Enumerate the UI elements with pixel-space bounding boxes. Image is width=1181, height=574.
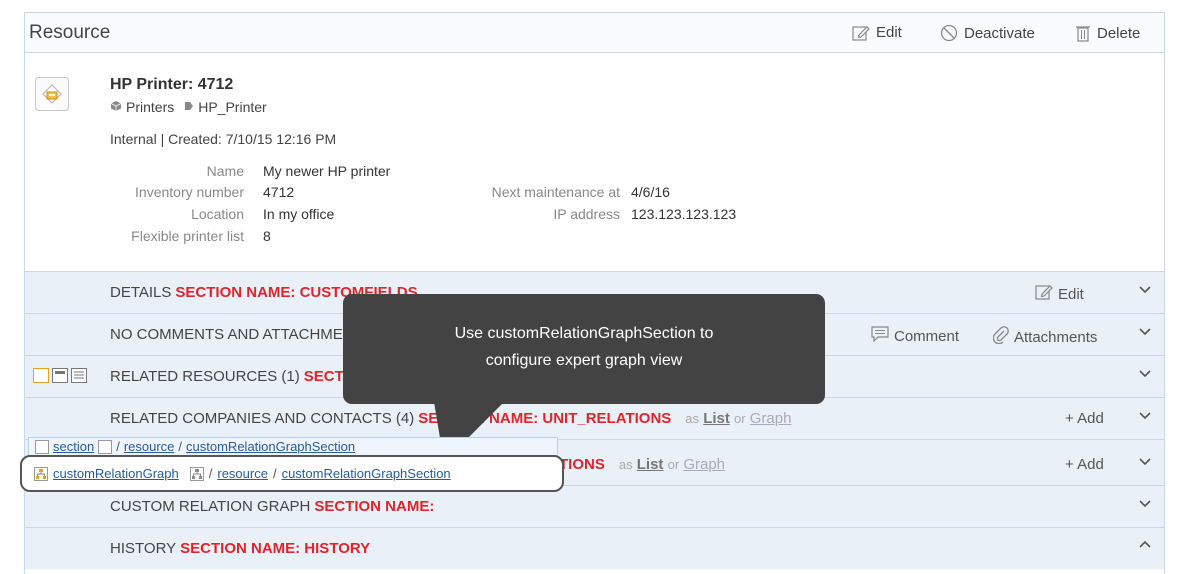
edit-icon xyxy=(1035,284,1053,304)
section-title: TIONS as List or Graph xyxy=(559,456,725,473)
breadcrumb-overlay: section / resource / customRelationGraph… xyxy=(28,437,558,456)
resource-type: HP_Printer xyxy=(198,99,267,115)
chevron-down-icon[interactable] xyxy=(1138,366,1152,383)
delete-button[interactable]: Delete xyxy=(1075,24,1140,42)
callout-line-2: configure expert graph view xyxy=(485,352,683,369)
list-view-link[interactable]: List xyxy=(703,410,730,427)
maintenance-label: Next maintenance at xyxy=(491,184,620,200)
section-title: HISTORY SECTION NAME: HISTORY xyxy=(110,540,370,557)
flexible-value: 8 xyxy=(263,228,271,244)
section-title: NO COMMENTS AND ATTACHMENTS xyxy=(110,326,373,343)
location-label: Location xyxy=(191,206,244,222)
as-text: as xyxy=(685,411,700,426)
edit-icon xyxy=(852,25,870,41)
section-label: CUSTOM RELATION GRAPH xyxy=(110,498,311,515)
tree-icon xyxy=(189,466,204,481)
breadcrumb-separator: / xyxy=(116,439,120,454)
deactivate-label: Deactivate xyxy=(964,24,1035,42)
paperclip-icon xyxy=(992,326,1009,348)
view-toggle-group xyxy=(33,368,87,383)
section-label: RELATED COMPANIES AND CONTACTS (4) xyxy=(110,410,415,427)
graph-view-link[interactable]: Graph xyxy=(683,456,725,473)
section-title: CUSTOM RELATION GRAPH SECTION NAME: xyxy=(110,498,434,515)
section-name: SECTION NAME: HISTORY xyxy=(180,540,371,557)
deactivate-button[interactable]: Deactivate xyxy=(940,24,1035,42)
breadcrumb-link[interactable]: customRelationGraphSection xyxy=(282,466,451,481)
comment-icon xyxy=(871,326,889,346)
flexible-label: Flexible printer list xyxy=(131,228,244,244)
edit-label: Edit xyxy=(876,24,902,41)
view-list-icon[interactable] xyxy=(71,368,87,383)
chevron-down-icon[interactable] xyxy=(1138,282,1152,299)
trash-icon xyxy=(1075,24,1091,42)
attachments-label: Attachments xyxy=(1014,328,1098,346)
tree-icon xyxy=(35,439,49,454)
section-edit-label: Edit xyxy=(1058,285,1084,303)
graph-view-link[interactable]: Graph xyxy=(750,410,792,427)
breadcrumb-separator: / xyxy=(178,439,183,454)
printer-icon xyxy=(35,77,69,111)
cube-icon xyxy=(110,99,122,115)
edit-button[interactable]: Edit xyxy=(852,24,902,41)
inventory-value: 4712 xyxy=(263,184,295,200)
section-edit-button[interactable]: Edit xyxy=(1035,284,1084,304)
or-text: or xyxy=(734,411,746,426)
tree-icon xyxy=(34,466,48,481)
section-label: DETAILS xyxy=(110,284,172,301)
name-value: My newer HP printer xyxy=(263,163,391,179)
resource-title: HP Printer: 4712 xyxy=(110,76,234,93)
breadcrumb-link[interactable]: resource xyxy=(217,466,268,481)
breadcrumb: customRelationGraph / resource / customR… xyxy=(20,455,564,492)
type-icon xyxy=(184,99,194,115)
section-name: SECTION NAME: xyxy=(314,498,435,515)
breadcrumb-link[interactable]: customRelationGraphSection xyxy=(186,439,355,454)
section-label: HISTORY xyxy=(110,540,177,557)
or-text: or xyxy=(667,457,680,472)
callout-bubble: Use customRelationGraphSection to config… xyxy=(343,294,825,404)
chevron-down-icon[interactable] xyxy=(1138,454,1152,471)
section-name: TIONS xyxy=(559,456,605,473)
as-text: as xyxy=(618,457,633,472)
ip-value: 123.123.123.123 xyxy=(631,206,737,222)
chevron-down-icon[interactable] xyxy=(1138,408,1152,425)
resource-category: Printers xyxy=(126,99,175,115)
callout-line-1: Use customRelationGraphSection to xyxy=(454,325,714,342)
chevron-down-icon[interactable] xyxy=(1138,496,1152,513)
chevron-up-icon[interactable] xyxy=(1138,538,1152,555)
comment-button[interactable]: Comment xyxy=(871,326,959,346)
list-view-link[interactable]: List xyxy=(637,456,664,473)
comment-label: Comment xyxy=(894,327,960,345)
section-label: RELATED RESOURCES (1) xyxy=(110,368,300,385)
view-tiles-icon[interactable] xyxy=(33,368,49,383)
add-button[interactable]: + Add xyxy=(1065,456,1104,473)
panel-title: Resource xyxy=(29,22,111,43)
name-label: Name xyxy=(206,163,244,179)
resource-category-line: Printers HP_Printer xyxy=(110,99,267,115)
inventory-label: Inventory number xyxy=(135,184,244,200)
section-history[interactable]: HISTORY SECTION NAME: HISTORY xyxy=(25,527,1164,569)
breadcrumb-separator: / xyxy=(272,466,277,481)
location-value: In my office xyxy=(263,206,335,222)
delete-label: Delete xyxy=(1097,24,1141,42)
breadcrumb-separator: / xyxy=(208,466,213,481)
add-button[interactable]: + Add xyxy=(1065,410,1104,427)
view-cards-icon[interactable] xyxy=(52,368,68,383)
panel-header: Resource Edit Deactivate Delete xyxy=(25,13,1164,53)
tree-icon xyxy=(98,439,113,454)
ip-label: IP address xyxy=(553,206,620,222)
deactivate-icon xyxy=(940,24,958,42)
breadcrumb-link[interactable]: resource xyxy=(124,439,175,454)
chevron-down-icon[interactable] xyxy=(1138,324,1152,341)
breadcrumb-link[interactable]: customRelationGraph xyxy=(53,466,179,481)
maintenance-value: 4/6/16 xyxy=(631,184,670,200)
resource-meta: Internal | Created: 7/10/15 12:16 PM xyxy=(110,131,337,147)
breadcrumb-link[interactable]: section xyxy=(53,439,94,454)
attachments-button[interactable]: Attachments xyxy=(992,326,1098,348)
